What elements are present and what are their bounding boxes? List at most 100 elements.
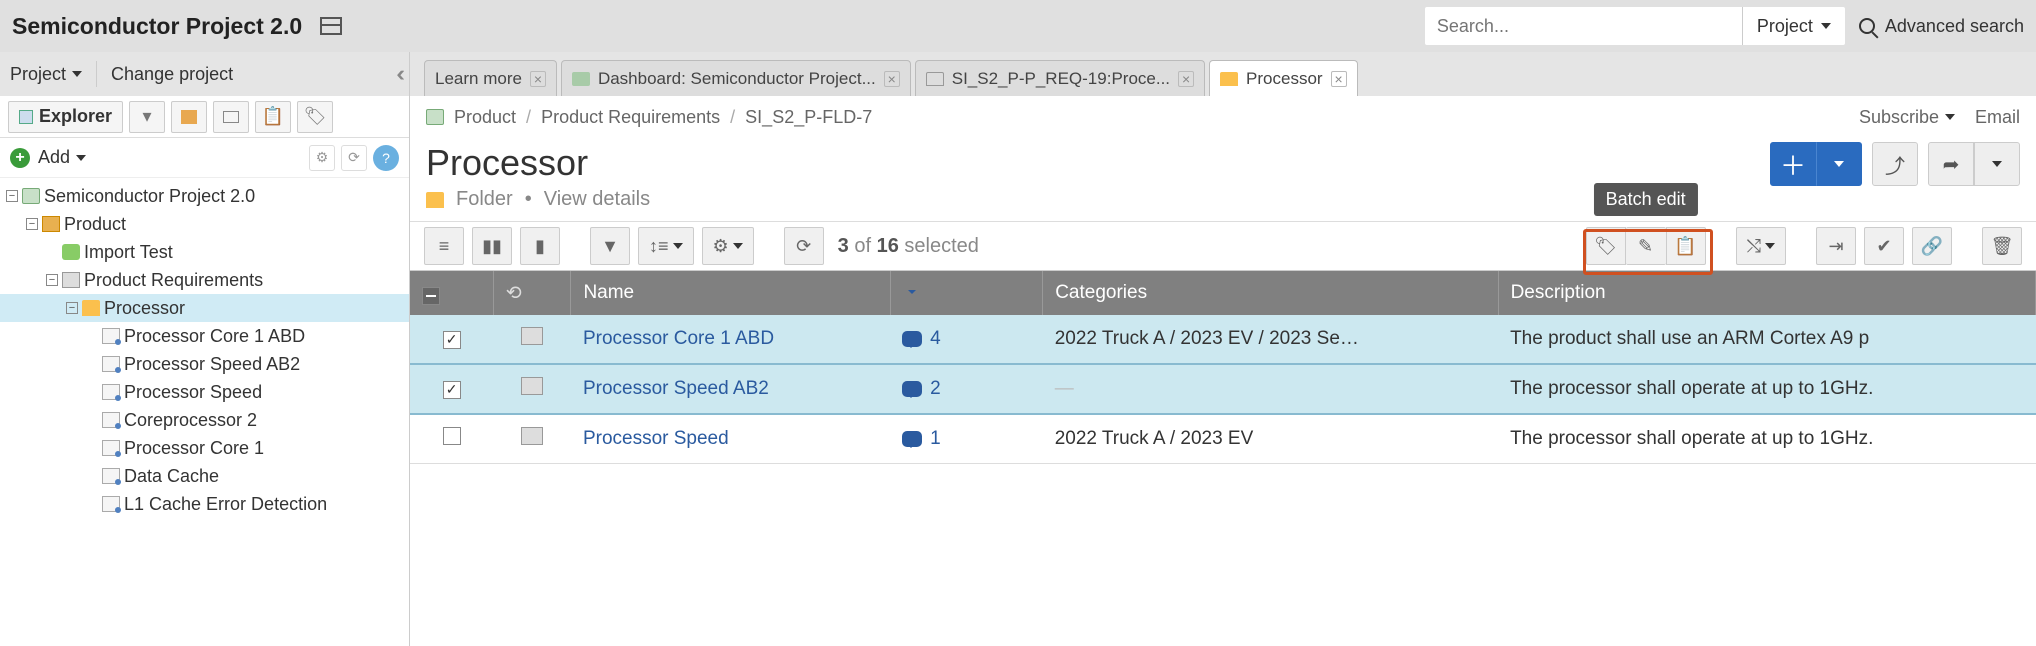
calendar-button[interactable] — [171, 101, 207, 133]
subscribe-dropdown[interactable]: Subscribe — [1859, 107, 1955, 128]
tab[interactable]: Learn more× — [424, 60, 557, 96]
breadcrumb-item[interactable]: Product — [454, 107, 516, 128]
settings-button[interactable]: ⚙ — [702, 227, 754, 265]
col-select[interactable] — [410, 271, 493, 315]
reading-view-button[interactable]: ▮▮ — [472, 227, 512, 265]
cell-comments[interactable]: 4 — [902, 328, 1031, 350]
tree-label: Semiconductor Project 2.0 — [44, 186, 255, 207]
tree-item[interactable]: Processor Speed AB2 — [0, 350, 409, 378]
close-icon[interactable]: × — [530, 71, 546, 87]
add-label: Add — [38, 147, 70, 168]
gear-button[interactable]: ⚙ — [309, 145, 335, 171]
table-row[interactable]: Processor Speed12022 Truck A / 2023 EVTh… — [410, 414, 2036, 464]
tree-item[interactable]: Data Cache — [0, 462, 409, 490]
tree-label: Coreprocessor 2 — [124, 410, 257, 431]
tree-item[interactable]: Processor Core 1 ABD — [0, 322, 409, 350]
approve-button[interactable]: ✔ — [1864, 227, 1904, 265]
tree-item[interactable]: Processor Speed — [0, 378, 409, 406]
table-row[interactable]: Processor Core 1 ABD42022 Truck A / 2023… — [410, 315, 2036, 364]
layout-icon[interactable] — [320, 17, 342, 35]
panel-icon — [223, 111, 239, 123]
batch-edit-button[interactable]: ✎ Batch edit — [1626, 227, 1666, 265]
clipboard-button[interactable]: 📋 — [255, 101, 291, 133]
folder-icon — [426, 192, 444, 208]
checkbox[interactable] — [443, 427, 461, 445]
tag-action-button[interactable]: 🏷 — [1586, 227, 1626, 265]
tree-item[interactable]: − Semiconductor Project 2.0 — [0, 182, 409, 210]
refresh-button[interactable]: ⟳ — [784, 227, 824, 265]
close-icon[interactable]: × — [884, 71, 900, 87]
advanced-search-link[interactable]: Advanced search — [1859, 16, 2024, 37]
add-item-dropdown[interactable] — [1816, 142, 1862, 186]
cell-name[interactable]: Processor Core 1 ABD — [571, 315, 890, 364]
col-type[interactable]: ⟲ — [493, 271, 571, 315]
breadcrumb-item[interactable]: Product Requirements — [541, 107, 720, 128]
refresh-icon: ⟳ — [796, 236, 811, 257]
panel-button[interactable] — [213, 101, 249, 133]
tree-item[interactable]: Import Test — [0, 238, 409, 266]
shuffle-button[interactable]: ⤭ — [1736, 227, 1786, 265]
expand-icon[interactable]: − — [26, 218, 38, 230]
checkbox[interactable] — [443, 381, 461, 399]
grid-icon — [42, 216, 60, 232]
project-menu[interactable]: Project — [10, 64, 82, 85]
refresh-icon: ⟳ — [348, 149, 360, 166]
document-view-button[interactable]: ▮ — [520, 227, 560, 265]
view-details-link[interactable]: View details — [544, 188, 650, 211]
col-name[interactable]: Name — [571, 271, 890, 315]
refresh-button[interactable]: ⟳ — [341, 145, 367, 171]
tab[interactable]: Processor× — [1209, 60, 1358, 96]
tree-item[interactable]: −Product Requirements — [0, 266, 409, 294]
add-item-button[interactable]: ＋ — [1770, 142, 1816, 186]
cell-name[interactable]: Processor Speed — [571, 414, 890, 464]
import-button[interactable]: ⇥ — [1816, 227, 1856, 265]
link-button[interactable]: 🔗 — [1912, 227, 1952, 265]
paste-button[interactable]: 📋 — [1666, 227, 1706, 265]
filter-button[interactable]: ▼ — [590, 227, 630, 265]
add-button[interactable]: Add — [38, 147, 86, 168]
tree-item[interactable]: Processor Core 1 — [0, 434, 409, 462]
sync-icon: ⟲ — [506, 283, 522, 304]
cell-name[interactable]: Processor Speed AB2 — [571, 364, 890, 414]
col-description[interactable]: Description — [1498, 271, 2035, 315]
page-title: Processor — [426, 142, 650, 184]
list-view-button[interactable]: ≡ — [424, 227, 464, 265]
filter-button[interactable]: ▾ — [129, 101, 165, 133]
tab[interactable]: Dashboard: Semiconductor Project...× — [561, 60, 911, 96]
expand-icon[interactable]: − — [6, 190, 18, 202]
help-button[interactable]: ? — [373, 145, 399, 171]
search-input[interactable] — [1425, 16, 1742, 37]
delete-button[interactable]: 🗑 — [1982, 227, 2022, 265]
export-button[interactable]: ➦ — [1928, 142, 1974, 186]
document-icon — [926, 72, 944, 86]
tree-item[interactable]: Coreprocessor 2 — [0, 406, 409, 434]
col-comments[interactable] — [890, 271, 1043, 315]
comment-icon — [902, 331, 922, 347]
dot-sep: • — [525, 188, 532, 211]
pencil-icon: ✎ — [1638, 236, 1653, 257]
sidebar: Explorer ▾ 📋 🏷 + Add ⚙ ⟳ ? −Semiconducto… — [0, 96, 410, 646]
relationships-button[interactable]: ⤴ — [1872, 142, 1918, 186]
tab[interactable]: SI_S2_P-P_REQ-19:Proce...× — [915, 60, 1205, 96]
close-icon[interactable]: × — [1331, 71, 1347, 87]
tree-item[interactable]: L1 Cache Error Detection — [0, 490, 409, 518]
collapse-sidebar-icon[interactable]: ‹‹ — [396, 61, 399, 87]
close-icon[interactable]: × — [1178, 71, 1194, 87]
change-project-link[interactable]: Change project — [111, 64, 233, 85]
email-link[interactable]: Email — [1975, 107, 2020, 128]
table-row[interactable]: Processor Speed AB22—The processor shall… — [410, 364, 2036, 414]
export-dropdown[interactable] — [1974, 142, 2020, 186]
cell-comments[interactable]: 2 — [902, 378, 1031, 400]
search-scope-dropdown[interactable]: Project — [1742, 7, 1845, 45]
expand-icon[interactable]: − — [66, 302, 78, 314]
tag-button[interactable]: 🏷 — [297, 101, 333, 133]
tree-item[interactable]: −Processor — [0, 294, 409, 322]
col-categories[interactable]: Categories — [1043, 271, 1498, 315]
checkbox[interactable] — [443, 331, 461, 349]
breadcrumb-item[interactable]: SI_S2_P-FLD-7 — [745, 107, 872, 128]
tree-item[interactable]: −Product — [0, 210, 409, 238]
sort-button[interactable]: ↕≡ — [638, 227, 694, 265]
cell-comments[interactable]: 1 — [902, 428, 1031, 450]
expand-icon[interactable]: − — [46, 274, 58, 286]
explorer-tab[interactable]: Explorer — [8, 101, 123, 133]
